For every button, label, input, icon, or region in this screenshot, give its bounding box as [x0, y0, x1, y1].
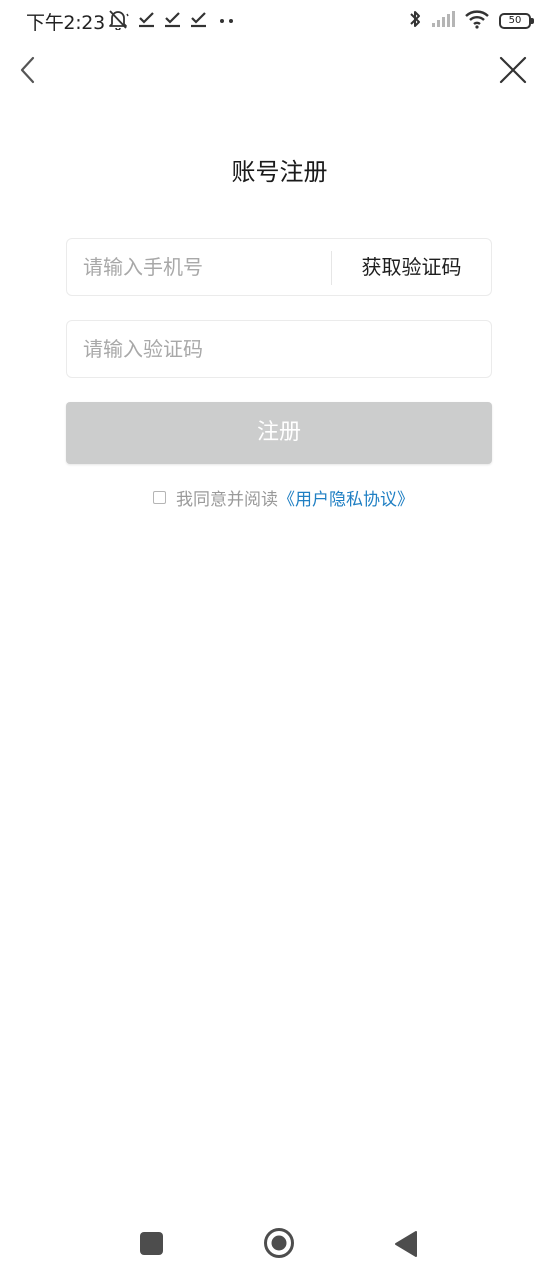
check-icon: [164, 10, 182, 32]
phone-input[interactable]: 请输入手机号: [83, 239, 203, 295]
chevron-left-icon: [20, 56, 35, 84]
page-title: 账号注册: [231, 158, 328, 186]
code-input[interactable]: 请输入验证码: [83, 321, 203, 377]
bluetooth-icon: [408, 9, 422, 33]
recent-apps-icon[interactable]: [140, 1232, 163, 1255]
back-triangle-icon[interactable]: [394, 1230, 418, 1258]
get-code-button[interactable]: 获取验证码: [332, 239, 491, 295]
status-right-icons: 50: [408, 9, 534, 33]
code-field: 请输入验证码: [66, 320, 492, 378]
more-dots-icon: [216, 10, 238, 32]
back-button[interactable]: [12, 52, 48, 88]
wifi-icon: [464, 9, 490, 33]
signal-icon: [431, 10, 455, 32]
system-nav-bar: [0, 1212, 559, 1276]
close-icon: [499, 56, 527, 84]
close-button[interactable]: [497, 54, 529, 86]
check-icon: [190, 10, 208, 32]
register-button[interactable]: 注册: [66, 402, 492, 464]
home-icon[interactable]: [263, 1227, 295, 1259]
status-bar: 下午2:23 50: [0, 0, 559, 42]
agree-checkbox[interactable]: [153, 490, 166, 504]
agreement-text: 我同意并阅读: [176, 489, 278, 510]
privacy-agreement-link[interactable]: 《用户隐私协议》: [278, 485, 414, 510]
status-left-icons: [106, 8, 238, 34]
agreement-row: 我同意并阅读 《用户隐私协议》: [153, 484, 414, 510]
check-icon: [138, 10, 156, 32]
battery-icon: 50: [499, 13, 534, 29]
mute-bell-icon: [106, 8, 130, 34]
phone-field: 请输入手机号 获取验证码: [66, 238, 492, 296]
status-time: 下午2:23: [26, 12, 105, 34]
